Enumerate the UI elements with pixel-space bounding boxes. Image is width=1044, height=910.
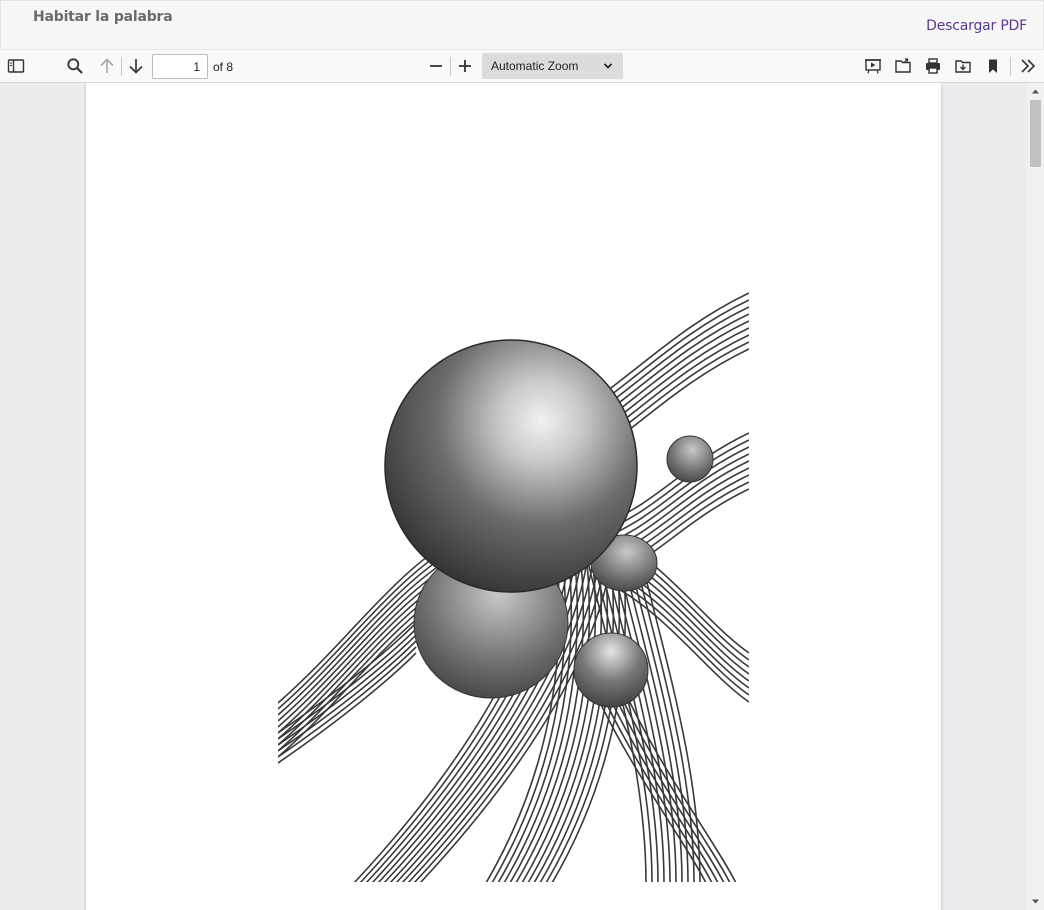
zoom-out-button[interactable] <box>423 53 449 79</box>
open-file-icon <box>895 58 911 73</box>
presentation-mode-button[interactable] <box>860 53 886 79</box>
page-illustration <box>278 292 749 882</box>
print-button[interactable] <box>920 53 946 79</box>
toolbar-separator <box>450 57 451 76</box>
tools-button[interactable] <box>1015 53 1041 79</box>
scroll-down-button[interactable] <box>1027 893 1044 910</box>
minus-icon <box>430 65 442 67</box>
double-chevron-right-icon <box>1021 59 1036 73</box>
download-button[interactable] <box>950 53 976 79</box>
zoom-select[interactable]: Automatic Zoom <box>482 53 623 79</box>
download-icon <box>955 60 971 73</box>
scroll-thumb[interactable] <box>1030 100 1041 167</box>
sidebar-toggle-button[interactable] <box>3 53 29 79</box>
pdf-viewer-container[interactable] <box>0 83 1044 910</box>
zoom-in-button[interactable] <box>452 53 478 79</box>
chevron-down-icon <box>603 63 613 69</box>
next-page-button[interactable] <box>123 53 149 79</box>
toolbar-separator <box>121 57 122 76</box>
pdf-page <box>86 83 941 910</box>
download-pdf-link[interactable]: Descargar PDF <box>926 18 1027 34</box>
previous-page-button[interactable] <box>94 53 120 79</box>
open-file-button[interactable] <box>890 53 916 79</box>
presentation-mode-icon <box>865 59 881 74</box>
search-icon <box>67 58 83 74</box>
triangle-up-icon <box>1032 89 1039 94</box>
find-button[interactable] <box>62 53 88 79</box>
page-number-input[interactable] <box>152 54 208 79</box>
zoom-select-value: Automatic Zoom <box>491 59 579 73</box>
bookmark-button[interactable] <box>980 53 1006 79</box>
pdf-toolbar: of 8 Automatic Zoom <box>0 50 1044 83</box>
vertical-scrollbar[interactable] <box>1027 83 1044 910</box>
arrow-up-icon <box>100 58 114 73</box>
scroll-up-button[interactable] <box>1027 83 1044 100</box>
plus-icon <box>459 60 471 72</box>
app-header: Habitar la palabra Descargar PDF <box>0 0 1044 50</box>
print-icon <box>926 58 940 74</box>
document-title: Habitar la palabra <box>33 9 173 25</box>
toolbar-separator <box>1010 57 1011 76</box>
arrow-down-icon <box>129 59 143 74</box>
page-count-label: of 8 <box>213 60 234 74</box>
triangle-down-icon <box>1032 899 1039 904</box>
sidebar-toggle-icon <box>7 59 25 73</box>
bookmark-icon <box>989 59 997 73</box>
